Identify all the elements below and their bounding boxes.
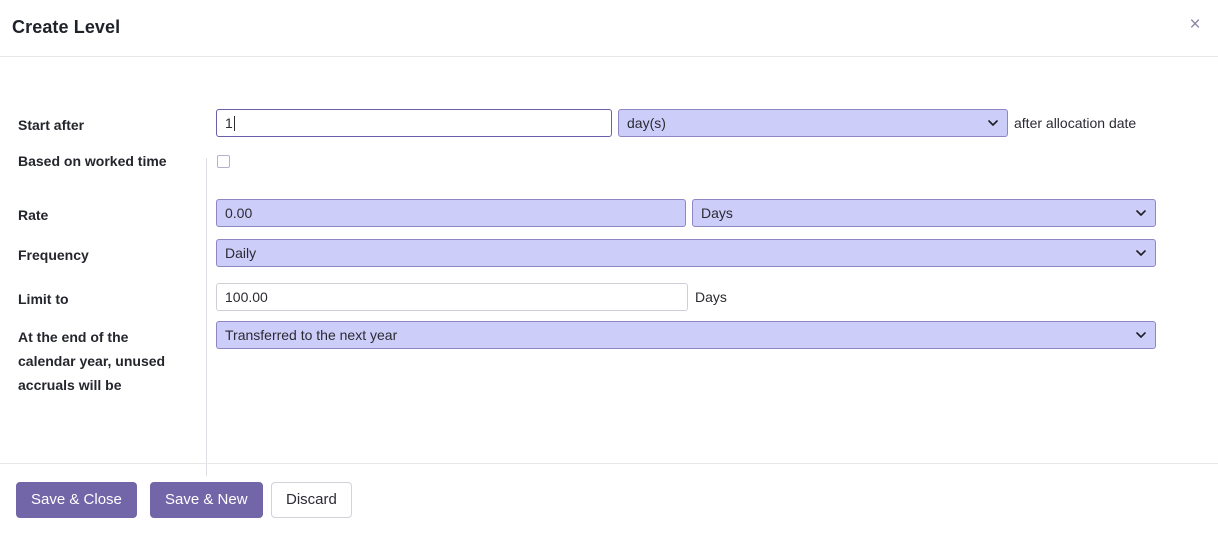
start-after-unit-select[interactable]: day(s) xyxy=(618,109,1008,137)
limit-to-input[interactable]: 100.00 xyxy=(216,283,688,311)
start-after-input[interactable]: 1 xyxy=(216,109,612,137)
limit-to-input-value: 100.00 xyxy=(225,289,268,305)
text-caret xyxy=(233,116,235,131)
dialog-header: Create Level × xyxy=(0,0,1218,57)
based-on-worked-time-label: Based on worked time xyxy=(18,153,167,169)
discard-button[interactable]: Discard xyxy=(271,482,352,518)
rate-label: Rate xyxy=(18,207,49,223)
create-level-dialog: Create Level × Start after 1 day(s) afte… xyxy=(0,0,1218,535)
rate-input-value: 0.00 xyxy=(225,205,253,221)
start-after-unit-value: day(s) xyxy=(627,115,666,131)
save-and-new-button[interactable]: Save & New xyxy=(150,482,263,518)
rate-input[interactable]: 0.00 xyxy=(216,199,686,227)
save-and-close-button[interactable]: Save & Close xyxy=(16,482,137,518)
rate-unit-select[interactable]: Days xyxy=(692,199,1156,227)
page-title: Create Level xyxy=(12,17,121,37)
form-column-divider xyxy=(206,158,207,476)
chevron-down-icon xyxy=(988,120,998,126)
chevron-down-icon xyxy=(1136,210,1146,216)
dialog-body: Start after 1 day(s) after allocation da… xyxy=(0,57,1218,476)
based-on-worked-time-checkbox[interactable] xyxy=(217,155,230,168)
rate-unit-value: Days xyxy=(701,205,733,221)
dialog-footer: Save & Close Save & New Discard xyxy=(0,463,1218,535)
end-of-year-select[interactable]: Transferred to the next year xyxy=(216,321,1156,349)
chevron-down-icon xyxy=(1136,332,1146,338)
end-of-year-value: Transferred to the next year xyxy=(225,327,398,343)
start-after-input-value: 1 xyxy=(225,115,233,131)
start-after-label: Start after xyxy=(18,117,85,133)
limit-to-label: Limit to xyxy=(18,291,69,307)
frequency-label: Frequency xyxy=(18,247,89,263)
limit-to-suffix: Days xyxy=(695,289,727,305)
frequency-value: Daily xyxy=(225,245,257,261)
chevron-down-icon xyxy=(1136,250,1146,256)
start-after-suffix: after allocation date xyxy=(1014,115,1137,131)
frequency-select[interactable]: Daily xyxy=(216,239,1156,267)
close-icon[interactable]: × xyxy=(1184,14,1206,36)
end-of-year-label: At the end of the calendar year, unused … xyxy=(18,329,166,393)
